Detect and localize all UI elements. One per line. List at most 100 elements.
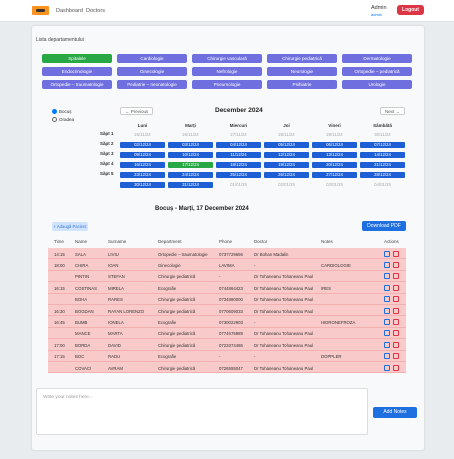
week-label: Săpt 3 bbox=[100, 151, 114, 156]
calendar-day[interactable]: 06/12/24 bbox=[312, 142, 357, 148]
calendar-day[interactable]: 14/12/24 bbox=[360, 152, 405, 158]
table-row[interactable]: BOHA RARES Chirurgie pediatrică 0734880000 D… bbox=[48, 293, 406, 305]
calendar-day[interactable]: 29/11/24 bbox=[312, 132, 357, 138]
department-button[interactable]: Cardiologie bbox=[117, 54, 187, 63]
previous-month-button[interactable]: ← Previous bbox=[120, 107, 154, 115]
table-row[interactable]: MANCE MARTA Chirurgie pediatrică 0774675989… bbox=[48, 327, 406, 340]
view-radio-option[interactable]: Bocuș bbox=[52, 109, 72, 115]
delete-icon[interactable] bbox=[393, 307, 399, 314]
calendar-day[interactable]: 03/12/24 bbox=[168, 142, 213, 148]
table-row[interactable]: COVACI AVRAM Chirurgie pediatrică 072655504… bbox=[48, 362, 406, 374]
calendar-day[interactable]: 21/12/24 bbox=[360, 162, 405, 168]
delete-icon[interactable] bbox=[393, 364, 399, 371]
calendar-day[interactable]: 10/12/24 bbox=[168, 152, 213, 158]
view-radio-option[interactable]: Oradea bbox=[52, 117, 74, 123]
calendar-day[interactable]: 25/12/24 bbox=[216, 172, 261, 178]
department-button[interactable]: Pediatrie – neonatologie bbox=[117, 80, 187, 89]
calendar-day[interactable]: 27/12/24 bbox=[312, 172, 357, 178]
calendar-day[interactable]: 26/11/24 bbox=[168, 132, 213, 138]
calendar-day[interactable]: 12/12/24 bbox=[264, 152, 309, 158]
delete-icon[interactable] bbox=[393, 273, 399, 280]
delete-icon[interactable] bbox=[393, 341, 399, 348]
calendar-day[interactable]: 02/01/25 bbox=[264, 182, 309, 188]
department-button[interactable]: Endocrinologie bbox=[42, 67, 112, 76]
department-button[interactable]: Ginecologie bbox=[117, 67, 187, 76]
calendar-day[interactable]: 27/11/24 bbox=[216, 132, 261, 138]
table-row[interactable]: 14:15 SALA LIVIU Ortopedie – traumatologie 0… bbox=[48, 248, 406, 260]
logo-icon[interactable] bbox=[32, 6, 49, 15]
delete-icon[interactable] bbox=[393, 250, 399, 257]
delete-icon[interactable] bbox=[393, 318, 399, 325]
calendar-day[interactable]: 30/11/24 bbox=[360, 132, 405, 138]
calendar-day[interactable]: 11/12/24 bbox=[216, 152, 261, 158]
calendar-day[interactable]: 18/12/24 bbox=[216, 162, 261, 168]
edit-icon[interactable] bbox=[384, 261, 390, 268]
department-button[interactable]: Pneumologie bbox=[192, 80, 262, 89]
notes-textarea[interactable]: Write your notes here... bbox=[36, 388, 368, 435]
table-cell: 16:15 bbox=[54, 285, 65, 291]
calendar-day[interactable]: 24/12/24 bbox=[168, 172, 213, 178]
calendar-day[interactable]: 28/12/24 bbox=[360, 172, 405, 178]
table-row[interactable]: 17:15 BOC RADU Ecografie - - DOPPLER bbox=[48, 350, 406, 362]
department-button[interactable]: Nefrologie bbox=[192, 67, 262, 76]
table-row[interactable]: 16:15 COSTINAS MIRELA Ecografie 0744864423 Dr… bbox=[48, 282, 406, 294]
table-row[interactable]: 16:30 BOGDAN RAYAN LORENZO Chirurgie pediat… bbox=[48, 305, 406, 317]
edit-icon[interactable] bbox=[384, 273, 390, 280]
department-button[interactable]: Neurologie bbox=[267, 67, 337, 76]
calendar-day[interactable]: 13/12/24 bbox=[312, 152, 357, 158]
edit-icon[interactable] bbox=[384, 341, 390, 348]
user-menu[interactable]: Admin admin bbox=[371, 5, 387, 17]
calendar-day[interactable]: 04/12/24 bbox=[216, 142, 261, 148]
table-row[interactable]: 16:45 BUMB IONELA Ecografie 0730022903 - HIDRO… bbox=[48, 316, 406, 328]
edit-icon[interactable] bbox=[384, 284, 390, 291]
nav-doctors[interactable]: Doctors bbox=[86, 8, 105, 14]
calendar-day[interactable]: 07/12/24 bbox=[360, 142, 405, 148]
department-button[interactable]: Urologie bbox=[342, 80, 412, 89]
delete-icon[interactable] bbox=[393, 261, 399, 268]
edit-icon[interactable] bbox=[384, 318, 390, 325]
department-button[interactable]: Chirurgie pediatrică bbox=[267, 54, 337, 63]
nav-dashboard[interactable]: Dashboard bbox=[56, 8, 83, 14]
calendar-day[interactable]: 04/01/25 bbox=[360, 182, 405, 188]
delete-icon[interactable] bbox=[393, 296, 399, 303]
calendar-day[interactable]: 23/12/24 bbox=[120, 172, 165, 178]
department-button[interactable]: Ortopedie – traumatologie bbox=[42, 80, 112, 89]
edit-icon[interactable] bbox=[384, 353, 390, 360]
department-button[interactable]: Chirurgie vasculară bbox=[192, 54, 262, 63]
edit-icon[interactable] bbox=[384, 307, 390, 314]
table-row[interactable]: 17:00 BORDA DAVID Chirurgie pediatrică 07233… bbox=[48, 339, 406, 351]
calendar-day[interactable]: 02/12/24 bbox=[120, 142, 165, 148]
calendar-day[interactable]: 03/01/25 bbox=[312, 182, 357, 188]
logout-button[interactable]: Logout bbox=[397, 5, 424, 15]
calendar-day[interactable]: 16/12/24 bbox=[120, 162, 165, 168]
edit-icon[interactable] bbox=[384, 296, 390, 303]
edit-icon[interactable] bbox=[384, 330, 390, 337]
calendar-day[interactable]: 26/12/24 bbox=[264, 172, 309, 178]
table-row[interactable]: PINTIN STEFAN Chirurgie pediatrică - Dr Toha… bbox=[48, 270, 406, 283]
delete-icon[interactable] bbox=[393, 330, 399, 337]
calendar-day[interactable]: 19/12/24 bbox=[264, 162, 309, 168]
month-title: December 2024 bbox=[215, 107, 263, 114]
add-patient-button[interactable]: + Adaugă Pacient bbox=[52, 222, 88, 231]
calendar-day[interactable]: 20/12/24 bbox=[312, 162, 357, 168]
add-notes-button[interactable]: Add Notes bbox=[373, 407, 417, 418]
calendar-day[interactable]: 30/12/24 bbox=[120, 182, 165, 188]
download-pdf-button[interactable]: Download PDF bbox=[362, 221, 406, 231]
calendar-day[interactable]: 17/12/24 bbox=[168, 162, 213, 168]
edit-icon[interactable] bbox=[384, 364, 390, 371]
calendar-day[interactable]: 09/12/24 bbox=[120, 152, 165, 158]
edit-icon[interactable] bbox=[384, 250, 390, 257]
next-month-button[interactable]: Next → bbox=[380, 107, 406, 115]
calendar-day[interactable]: 28/11/24 bbox=[264, 132, 309, 138]
calendar-day[interactable]: 01/01/25 bbox=[216, 182, 261, 188]
calendar-day[interactable]: 31/12/24 bbox=[168, 182, 213, 188]
calendar-day[interactable]: 25/11/24 bbox=[120, 132, 165, 138]
delete-icon[interactable] bbox=[393, 284, 399, 291]
calendar-day[interactable]: 05/12/24 bbox=[264, 142, 309, 148]
table-row[interactable]: 18:00 CHIRA IOAN Ginecologie LAVIMA - CARDIOLO… bbox=[48, 259, 406, 271]
department-button[interactable]: Ortopedie – pediatrică bbox=[342, 67, 412, 76]
department-button[interactable]: Psihiatrie bbox=[267, 80, 337, 89]
delete-icon[interactable] bbox=[393, 353, 399, 360]
department-button[interactable]: Spitalele bbox=[42, 54, 112, 63]
department-button[interactable]: Dermatologie bbox=[342, 54, 412, 63]
